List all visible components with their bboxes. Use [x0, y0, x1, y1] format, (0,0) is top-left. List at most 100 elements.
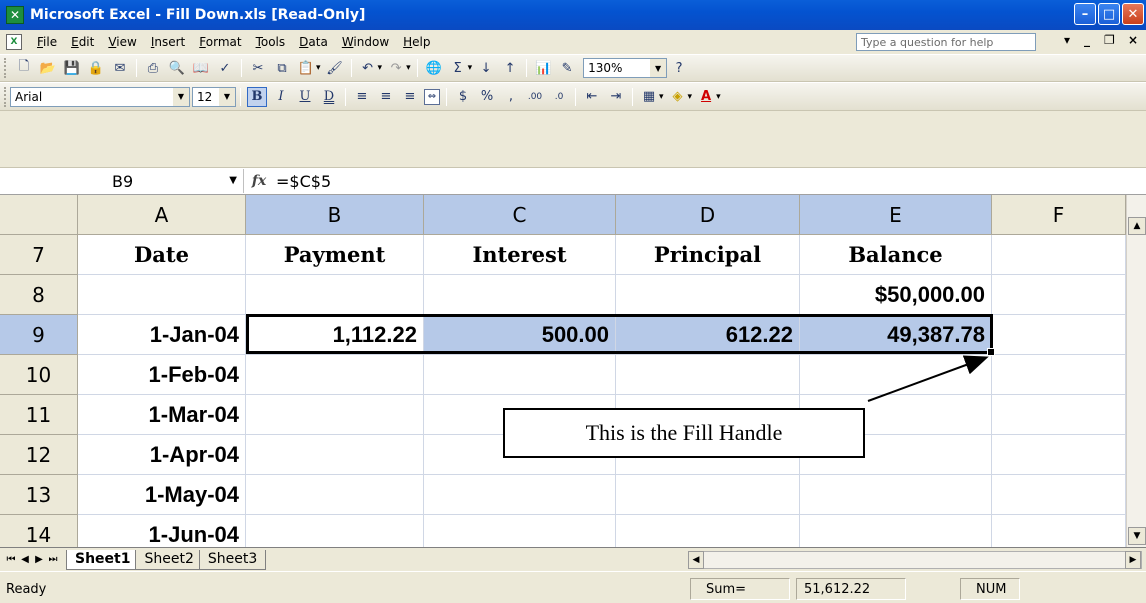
cell-c8[interactable] [424, 275, 616, 315]
formula-input[interactable]: =$C$5 [274, 172, 331, 191]
cell-e9[interactable]: 49,387.78 [800, 315, 992, 355]
row-header-7[interactable]: 7 [0, 235, 78, 275]
row-header-9[interactable]: 9 [0, 315, 78, 355]
undo-icon[interactable]: ↶ [358, 58, 378, 78]
maximize-button[interactable]: □ [1098, 3, 1120, 25]
chevron-down-icon[interactable]: ▼ [173, 87, 189, 106]
cell-e7[interactable]: Balance [800, 235, 992, 275]
cell-b8[interactable] [246, 275, 424, 315]
zoom-select[interactable]: 130% ▼ [583, 58, 668, 78]
cell-e8[interactable]: $50,000.00 [800, 275, 992, 315]
drawing-icon[interactable]: ✎ [557, 58, 577, 78]
undo-dropdown-icon[interactable]: ▾ [378, 63, 383, 73]
column-header-a[interactable]: A [78, 195, 246, 235]
workbook-close-icon[interactable]: × [1128, 33, 1138, 47]
open-icon[interactable]: 📂 [38, 58, 58, 78]
cell-a9[interactable]: 1-Jan-04 [78, 315, 246, 355]
workbook-restore-icon[interactable]: ❐ [1104, 33, 1115, 47]
help-icon[interactable]: ? [669, 58, 689, 78]
table-cell[interactable] [992, 475, 1126, 515]
name-box[interactable]: B9 ▼ [0, 169, 244, 193]
fill-color-icon[interactable]: ◈ [668, 87, 688, 107]
bold-icon[interactable]: B [247, 86, 267, 107]
chevron-down-icon[interactable]: ▼ [219, 87, 235, 106]
insert-function-icon[interactable]: fx [244, 173, 274, 189]
menu-edit[interactable]: Edit [64, 35, 101, 49]
cell-d9[interactable]: 612.22 [616, 315, 800, 355]
tab-sheet3[interactable]: Sheet3 [198, 549, 267, 570]
save-icon[interactable]: 💾 [62, 58, 82, 78]
column-header-b[interactable]: B [246, 195, 424, 235]
close-button[interactable]: ✕ [1122, 3, 1144, 25]
column-header-d[interactable]: D [616, 195, 800, 235]
select-all-corner[interactable] [0, 195, 78, 235]
chevron-down-icon[interactable]: ▼ [229, 175, 237, 186]
help-search-input[interactable]: Type a question for help [856, 33, 1036, 51]
menu-window[interactable]: Window [335, 35, 396, 49]
table-cell[interactable] [800, 355, 992, 395]
borders-icon[interactable]: ▦ [639, 87, 659, 107]
table-cell[interactable] [246, 355, 424, 395]
menu-tools[interactable]: Tools [249, 35, 293, 49]
font-color-icon[interactable]: A [696, 87, 716, 107]
font-size-select[interactable]: 12 ▼ [192, 86, 236, 107]
increase-indent-icon[interactable]: ⇥ [606, 87, 626, 107]
fill-color-dropdown-icon[interactable]: ▾ [688, 92, 693, 102]
table-cell[interactable] [616, 515, 800, 547]
hyperlink-icon[interactable]: 🌐 [424, 58, 444, 78]
currency-icon[interactable]: $ [453, 87, 473, 107]
double-underline-icon[interactable]: D [319, 87, 339, 107]
table-cell[interactable] [992, 395, 1126, 435]
format-painter-icon[interactable]: 🖌 [325, 58, 345, 78]
cell-a7[interactable]: Date [78, 235, 246, 275]
chevron-down-icon[interactable]: ▼ [650, 59, 667, 77]
menu-view[interactable]: View [101, 35, 143, 49]
scroll-left-icon[interactable]: ◀ [688, 551, 704, 569]
new-icon[interactable]: 🗋 [14, 58, 34, 78]
table-cell[interactable] [424, 355, 616, 395]
row-header-8[interactable]: 8 [0, 275, 78, 315]
menu-file[interactable]: File [30, 35, 64, 49]
prev-sheet-icon[interactable]: ◀ [18, 554, 32, 565]
align-left-icon[interactable]: ≡ [352, 87, 372, 107]
sort-descending-icon[interactable]: ↑ [500, 58, 520, 78]
borders-dropdown-icon[interactable]: ▾ [659, 92, 664, 102]
toolbar-grip[interactable] [4, 58, 8, 78]
print-icon[interactable]: ⎙ [143, 58, 163, 78]
table-cell[interactable] [246, 475, 424, 515]
autosum-dropdown-icon[interactable]: ▾ [468, 63, 473, 73]
cell-a11[interactable]: 1-Mar-04 [78, 395, 246, 435]
permission-icon[interactable]: 🔒 [86, 58, 106, 78]
tab-sheet1[interactable]: Sheet1 [66, 549, 140, 570]
font-name-select[interactable]: Arial ▼ [10, 86, 190, 107]
menu-insert[interactable]: Insert [144, 35, 192, 49]
cell-b9[interactable]: 1,112.22 [246, 315, 424, 355]
cell-a8[interactable] [78, 275, 246, 315]
cell-c9[interactable]: 500.00 [424, 315, 616, 355]
align-right-icon[interactable]: ≡ [400, 87, 420, 107]
first-sheet-icon[interactable]: ⏮ [4, 554, 18, 565]
print-preview-icon[interactable]: 🔍 [167, 58, 187, 78]
cell-b7[interactable]: Payment [246, 235, 424, 275]
table-cell[interactable] [616, 475, 800, 515]
row-header-13[interactable]: 13 [0, 475, 78, 515]
chart-wizard-icon[interactable]: 📊 [533, 58, 553, 78]
decrease-decimal-icon[interactable]: .0 [549, 87, 569, 107]
tab-sheet2[interactable]: Sheet2 [135, 549, 203, 570]
table-cell[interactable] [424, 515, 616, 547]
workbook-minimize-icon[interactable]: _ [1084, 33, 1090, 47]
next-sheet-icon[interactable]: ▶ [32, 554, 46, 565]
table-cell[interactable] [800, 515, 992, 547]
row-header-10[interactable]: 10 [0, 355, 78, 395]
menu-format[interactable]: Format [192, 35, 248, 49]
horizontal-scrollbar[interactable]: ◀ ▶ [688, 551, 1142, 569]
paste-dropdown-icon[interactable]: ▾ [316, 63, 321, 73]
cell-d8[interactable] [616, 275, 800, 315]
table-cell[interactable] [246, 395, 424, 435]
sort-ascending-icon[interactable]: ↓ [476, 58, 496, 78]
scroll-down-icon[interactable]: ▼ [1128, 527, 1146, 545]
menu-help[interactable]: Help [396, 35, 437, 49]
row-header-14[interactable]: 14 [0, 515, 78, 547]
align-center-icon[interactable]: ≡ [376, 87, 396, 107]
cell-c7[interactable]: Interest [424, 235, 616, 275]
